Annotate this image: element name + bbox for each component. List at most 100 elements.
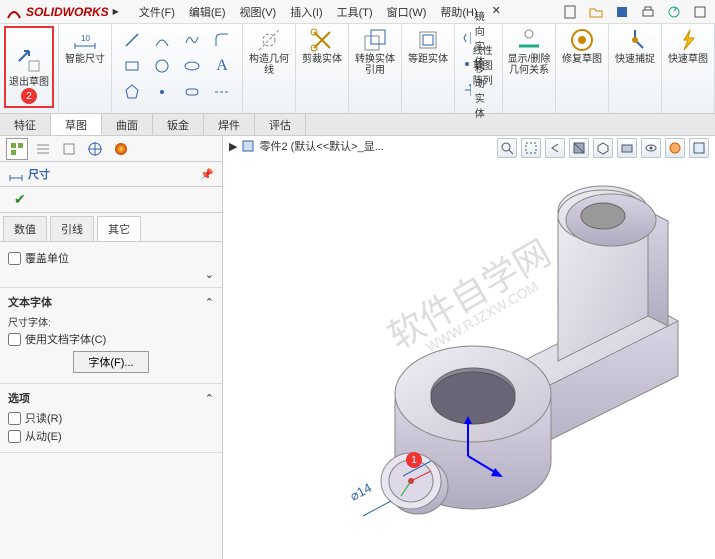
part-model[interactable]: ⌀14 [263, 176, 693, 556]
expand-icon[interactable]: ▶ [229, 140, 237, 153]
display-style-icon[interactable] [617, 138, 637, 158]
tab-surfaces[interactable]: 曲面 [102, 114, 153, 135]
chevron-down-icon[interactable]: ⌄ [205, 268, 214, 281]
font-button[interactable]: 字体(F)... [73, 351, 148, 373]
use-doc-font-checkbox[interactable]: 使用文档字体(C) [8, 331, 214, 347]
point-tool[interactable] [148, 80, 176, 104]
fillet-tool[interactable] [208, 28, 236, 52]
subtab-other[interactable]: 其它 [97, 216, 141, 241]
slot-tool[interactable] [178, 80, 206, 104]
ribbon-group-pattern: 镜向实体 线性草图阵列 移动实体 [455, 24, 503, 113]
menu-help[interactable]: 帮助(H) [440, 4, 477, 20]
save-icon[interactable] [613, 3, 631, 21]
rapid-sketch-button[interactable]: 快速草图 [666, 26, 710, 65]
ribbon-group-repair: 修复草图 [556, 24, 609, 113]
new-icon[interactable] [561, 3, 579, 21]
spline-tool[interactable] [178, 28, 206, 52]
heads-up-view-toolbar [497, 138, 709, 158]
snap-icon [621, 26, 649, 54]
feature-manager-tab[interactable] [6, 138, 28, 160]
dimension-title: 尺寸 [28, 166, 50, 182]
subtab-leaders[interactable]: 引线 [50, 216, 94, 241]
menu-insert[interactable]: 插入(I) [290, 4, 322, 20]
menu-items: 文件(F) 编辑(E) 视图(V) 插入(I) 工具(T) 窗口(W) 帮助(H… [139, 4, 561, 20]
ok-button[interactable]: ✔ [8, 189, 32, 209]
apply-scene-icon[interactable] [689, 138, 709, 158]
use-doc-font-label: 使用文档字体(C) [25, 331, 106, 347]
tab-sketch[interactable]: 草图 [51, 114, 102, 135]
menu-file[interactable]: 文件(F) [139, 4, 175, 20]
convert-icon [361, 26, 389, 54]
convert-entities-button[interactable]: 转换实体引用 [353, 26, 397, 76]
ribbon-group-construction: 构造几何线 [243, 24, 296, 113]
app-name: SOLIDWORKS [26, 5, 109, 19]
construction-geometry-button[interactable]: 构造几何线 [247, 26, 291, 76]
workarea: 尺寸 📌 ✔ 数值 引线 其它 覆盖单位 ⌄ 文本字体 ⌃ 尺寸字体: 使用文档字… [0, 136, 715, 559]
circle-tool[interactable] [148, 54, 176, 78]
tab-features[interactable]: 特征 [0, 114, 51, 135]
zoom-area-icon[interactable] [521, 138, 541, 158]
show-delete-relations-button[interactable]: 显示/删除几何关系 [507, 26, 551, 76]
pin-icon[interactable]: 📌 [200, 168, 214, 181]
config-manager-tab[interactable] [58, 138, 80, 160]
text-font-heading: 文本字体 [8, 294, 52, 310]
chevron-up-icon[interactable]: ⌃ [205, 296, 214, 309]
text-tool[interactable]: A [208, 54, 236, 78]
graphics-area[interactable]: ▶ 零件2 (默认<<默认>_显... 软件自学网 WWW.RJZXW.COM [223, 136, 715, 559]
dimension-icon: 10 [71, 26, 99, 54]
move-button[interactable]: 移动实体 [459, 78, 498, 102]
list-icon [35, 141, 51, 157]
print-icon[interactable] [639, 3, 657, 21]
section-view-icon[interactable] [569, 138, 589, 158]
rectangle-tool[interactable] [118, 54, 146, 78]
part-icon [241, 139, 255, 153]
solidworks-icon [6, 4, 22, 20]
zoom-fit-icon[interactable] [497, 138, 517, 158]
dropdown-icon[interactable]: ▶ [113, 7, 119, 16]
dimension-text: ⌀14 [347, 480, 374, 504]
menu-window[interactable]: 窗口(W) [387, 4, 427, 20]
polygon-tool[interactable] [118, 80, 146, 104]
centerline-tool[interactable] [208, 80, 236, 104]
appearance-tab[interactable] [110, 138, 132, 160]
tab-evaluate[interactable]: 评估 [255, 114, 306, 135]
arc-tool[interactable] [148, 28, 176, 52]
view-orientation-icon[interactable] [593, 138, 613, 158]
smart-dimension-button[interactable]: 10 智能尺寸 [63, 26, 107, 65]
repair-sketch-button[interactable]: 修复草图 [560, 26, 604, 65]
property-manager-tab[interactable] [32, 138, 54, 160]
ribbon-group-offset: 等距实体 [402, 24, 455, 113]
flyout-tree[interactable]: ▶ 零件2 (默认<<默认>_显... [229, 138, 384, 154]
subtab-value[interactable]: 数值 [3, 216, 47, 241]
exit-sketch-button[interactable]: 退出草图 2 [4, 26, 54, 108]
override-units-checkbox[interactable]: 覆盖单位 [8, 250, 214, 266]
menu-edit[interactable]: 编辑(E) [189, 4, 226, 20]
chevron-up-icon[interactable]: ⌃ [205, 392, 214, 405]
svg-text:10: 10 [81, 34, 90, 43]
open-icon[interactable] [587, 3, 605, 21]
exit-sketch-label: 退出草图 [9, 77, 49, 88]
dimxpert-tab[interactable] [84, 138, 106, 160]
quick-snap-button[interactable]: 快速捕捉 [613, 26, 657, 65]
readonly-label: 只读(R) [25, 410, 62, 426]
tab-weldments[interactable]: 焊件 [204, 114, 255, 135]
readonly-checkbox[interactable]: 只读(R) [8, 410, 214, 426]
menu-tools[interactable]: 工具(T) [337, 4, 373, 20]
tab-sheetmetal[interactable]: 钣金 [153, 114, 204, 135]
hide-show-icon[interactable] [641, 138, 661, 158]
line-tool[interactable] [118, 28, 146, 52]
menu-view[interactable]: 视图(V) [240, 4, 277, 20]
edit-appearance-icon[interactable] [665, 138, 685, 158]
previous-view-icon[interactable] [545, 138, 565, 158]
dim-font-label: 尺寸字体: [8, 314, 214, 329]
scissors-icon [308, 26, 336, 54]
dimension-header: 尺寸 📌 [0, 162, 222, 187]
options-icon[interactable] [691, 3, 709, 21]
rebuild-icon[interactable] [665, 3, 683, 21]
relations-icon [515, 26, 543, 54]
ellipse-tool[interactable] [178, 54, 206, 78]
offset-entities-button[interactable]: 等距实体 [406, 26, 450, 65]
ribbon-group-dim: 10 智能尺寸 [59, 24, 112, 113]
driven-checkbox[interactable]: 从动(E) [8, 428, 214, 444]
trim-button[interactable]: 剪裁实体 [300, 26, 344, 65]
